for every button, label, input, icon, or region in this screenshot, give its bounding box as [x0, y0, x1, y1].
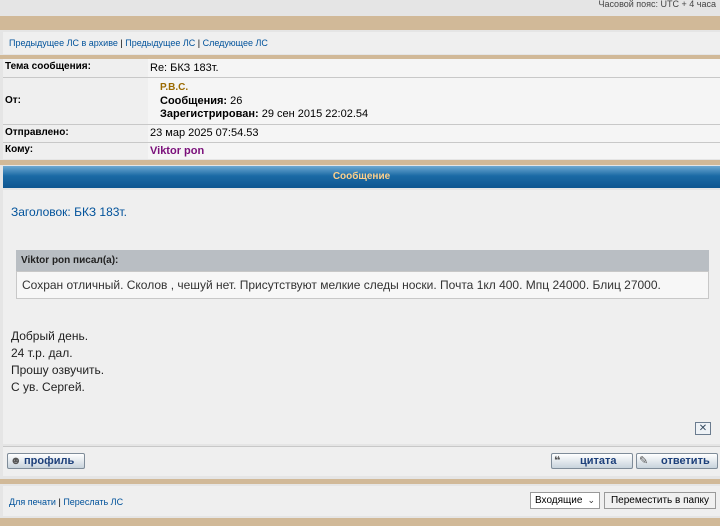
divider: [0, 479, 720, 484]
quote-button-label: цитата: [580, 455, 617, 467]
forward-link[interactable]: Переслать ЛС: [63, 497, 123, 507]
top-divider: [0, 16, 720, 30]
message-text: Добрый день. 24 т.р. дал. Прошу озвучить…: [11, 328, 104, 396]
nav-separator: |: [197, 38, 201, 48]
to-label: Кому:: [5, 144, 34, 155]
next-pm-link[interactable]: Следующее ЛС: [203, 38, 268, 48]
nav-separator: |: [120, 38, 123, 48]
delete-message-icon[interactable]: ✕: [695, 422, 711, 435]
to-row: Кому: Viktor pon: [3, 143, 720, 159]
reply-button[interactable]: ✎ ответить: [636, 453, 718, 469]
subject-row: Тема сообщения: Re: БКЗ 183т.: [3, 59, 720, 77]
subject-label: Тема сообщения:: [5, 61, 91, 72]
pm-nav-bar: Предыдущее ЛС в архиве | Предыдущее ЛС |…: [3, 32, 720, 54]
bottom-divider: [0, 518, 720, 526]
from-label: От:: [5, 95, 22, 106]
to-username-link[interactable]: Viktor pon: [148, 143, 720, 159]
timezone-label: Часовой пояс: UTC + 4 часа: [598, 0, 716, 9]
sent-value: 23 мар 2025 07:54.53: [148, 125, 720, 142]
quote-button[interactable]: ❝ цитата: [551, 453, 633, 469]
posts-value: 26: [230, 95, 243, 107]
from-username-link[interactable]: P.B.C.: [160, 82, 188, 93]
print-link[interactable]: Для печати: [9, 497, 56, 507]
message-line: 24 т.р. дал.: [11, 346, 73, 360]
message-body: [3, 190, 720, 444]
posts-count: Сообщения: 26: [160, 95, 242, 107]
message-line: С ув. Сергей.: [11, 380, 85, 394]
sent-row: Отправлено: 23 мар 2025 07:54.53: [3, 125, 720, 142]
profile-button[interactable]: ☻ профиль: [7, 453, 85, 469]
message-line: Добрый день.: [11, 329, 89, 343]
pm-nav-links: Предыдущее ЛС в архиве | Предыдущее ЛС |…: [9, 38, 268, 48]
from-row: От: P.B.C. Сообщения: 26 Зарегистрирован…: [3, 78, 720, 124]
registered-label: Зарегистрирован:: [160, 108, 259, 120]
prev-pm-link[interactable]: Предыдущее ЛС: [125, 38, 195, 48]
profile-icon: ☻: [10, 455, 22, 467]
registered-value: 29 сен 2015 22:02.54: [261, 108, 369, 120]
footer-separator: |: [58, 497, 61, 507]
chevron-down-icon: ⌄: [587, 495, 595, 505]
subject-value: Re: БКЗ 183т.: [148, 59, 720, 77]
divider: [0, 160, 720, 165]
from-cell: P.B.C. Сообщения: 26 Зарегистрирован: 29…: [148, 78, 720, 124]
message-title-bar: Сообщение: [3, 166, 720, 188]
row-separator: [3, 446, 720, 447]
move-to-folder-button[interactable]: Переместить в папку: [604, 492, 716, 509]
registered-date: Зарегистрирован: 29 сен 2015 22:02.54: [160, 108, 368, 120]
quote-text: Сохран отличный. Сколов , чешуй нет. При…: [16, 271, 709, 299]
footer-links: Для печати | Переслать ЛС: [9, 497, 123, 507]
quote-author: Viktor pon писал(а):: [16, 250, 709, 271]
prev-archived-pm-link[interactable]: Предыдущее ЛС в архиве: [9, 38, 118, 48]
folder-select-value: Входящие: [535, 495, 583, 506]
reply-button-label: ответить: [661, 455, 710, 467]
sent-label: Отправлено:: [5, 127, 69, 138]
reply-icon: ✎: [639, 455, 649, 467]
message-line: Прошу озвучить.: [11, 363, 105, 377]
profile-button-label: профиль: [24, 455, 75, 467]
folder-select[interactable]: Входящие ⌄: [530, 492, 600, 509]
posts-label: Сообщения:: [160, 95, 228, 107]
message-heading: Заголовок: БКЗ 183т.: [11, 205, 127, 219]
quote-icon: ❝: [554, 455, 561, 467]
